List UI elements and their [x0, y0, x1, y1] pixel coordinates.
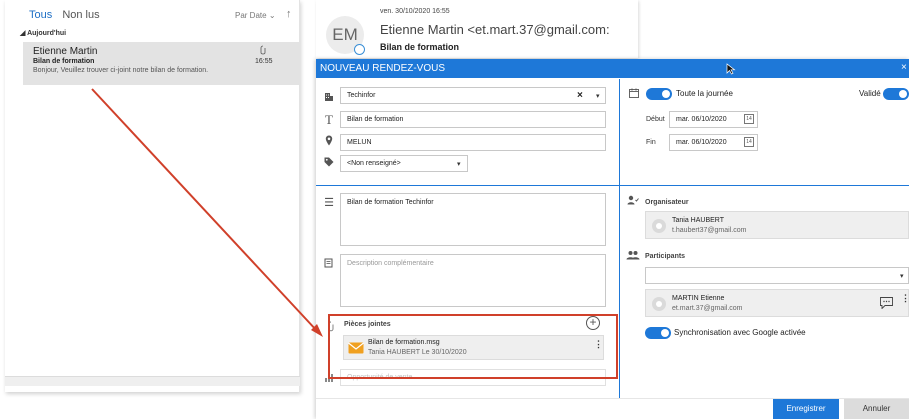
- save-button[interactable]: Enregistrer: [773, 399, 839, 419]
- participants-title: Participants: [645, 253, 686, 260]
- description-textarea[interactable]: Bilan de formation Techinfor: [340, 193, 606, 246]
- mail-time: 16:55: [255, 58, 273, 65]
- company-value: Techinfor: [347, 92, 376, 99]
- paperclip-icon: [260, 45, 266, 57]
- message-subject: Bilan de formation: [380, 42, 460, 52]
- participant-card[interactable]: MARTIN Etienne et.mart.37@gmail.com ⋮: [645, 289, 909, 317]
- chevron-down-icon[interactable]: ▾: [596, 92, 600, 100]
- validated-toggle[interactable]: [883, 88, 909, 100]
- mail-preview: Bonjour, Veuillez trouver ci-joint notre…: [33, 67, 209, 74]
- location-field[interactable]: MELUN: [340, 134, 606, 151]
- group-header[interactable]: ◢ Aujourd'hui: [20, 29, 66, 37]
- participants-icon: [626, 250, 640, 262]
- close-icon[interactable]: ×: [901, 62, 907, 73]
- tag-icon: [322, 157, 336, 170]
- column-divider: [619, 79, 620, 398]
- calendar-icon[interactable]: 14: [744, 114, 754, 124]
- description-value: Bilan de formation Techinfor: [347, 199, 434, 206]
- google-sync-toggle[interactable]: [645, 327, 671, 339]
- presence-status-icon: [354, 44, 365, 55]
- category-select[interactable]: <Non renseigné> ▾: [340, 155, 468, 172]
- organizer-title: Organisateur: [645, 199, 689, 206]
- annotation-highlight-box: [328, 314, 618, 379]
- google-sync-label: Synchronisation avec Google activée: [674, 328, 806, 337]
- message-from: Etienne Martin <et.mart.37@gmail.com:: [380, 22, 610, 37]
- end-date-field[interactable]: mar. 06/10/2020 14: [669, 134, 758, 151]
- location-icon: [322, 135, 336, 149]
- category-value: <Non renseigné>: [347, 160, 401, 167]
- new-appointment-dialog: NOUVEAU RENDEZ-VOUS × Techinfor × ▾ T Bi…: [316, 59, 909, 419]
- subject-value: Bilan de formation: [347, 116, 404, 123]
- dialog-title: NOUVEAU RENDEZ-VOUS: [320, 63, 446, 74]
- organizer-email: t.haubert37@gmail.com: [672, 227, 747, 234]
- mail-pane-scrollbar[interactable]: [5, 376, 300, 386]
- sort-label: Par Date: [235, 11, 267, 20]
- tab-unread[interactable]: Non lus: [62, 9, 99, 21]
- all-day-toggle[interactable]: [646, 88, 672, 100]
- participant-menu-icon[interactable]: ⋮: [901, 293, 909, 304]
- section-divider: [316, 185, 909, 186]
- building-icon: [322, 91, 336, 104]
- chevron-down-icon: ⌄: [268, 11, 276, 20]
- mail-list-pane: Tous Non lus Par Date ⌄ ↑ ◢ Aujourd'hui …: [5, 0, 300, 392]
- lines-icon: ☰: [324, 197, 334, 209]
- calendar-icon: [629, 88, 639, 100]
- organizer-card: Tania HAUBERT t.haubert37@gmail.com: [645, 211, 909, 239]
- calendar-icon[interactable]: 14: [744, 137, 754, 147]
- avatar: [652, 297, 666, 311]
- start-label: Début: [646, 116, 665, 123]
- mail-tabs: Tous Non lus: [29, 9, 107, 21]
- avatar: [652, 219, 666, 233]
- text-icon: T: [325, 112, 333, 127]
- cursor-icon: [726, 63, 736, 75]
- group-header-label: Aujourd'hui: [27, 30, 67, 37]
- validated-label: Validé: [859, 89, 881, 98]
- chat-icon[interactable]: [880, 297, 893, 311]
- company-field[interactable]: Techinfor × ▾: [340, 87, 606, 104]
- extra-description-textarea[interactable]: Description complémentaire: [340, 254, 606, 307]
- participant-name: MARTIN Etienne: [672, 295, 725, 302]
- sort-dropdown[interactable]: Par Date ⌄: [235, 11, 276, 20]
- reading-pane-header: EM ven. 30/10/2020 16:55 Etienne Martin …: [316, 0, 638, 58]
- mail-sender: Etienne Martin: [33, 46, 98, 57]
- extra-description-placeholder: Description complémentaire: [347, 260, 434, 267]
- all-day-label: Toute la journée: [676, 89, 733, 98]
- end-label: Fin: [646, 139, 656, 146]
- end-date-value: mar. 06/10/2020: [676, 139, 727, 146]
- sort-direction-icon[interactable]: ↑: [286, 8, 292, 20]
- start-date-field[interactable]: mar. 06/10/2020 14: [669, 111, 758, 128]
- organizer-icon: [627, 195, 639, 207]
- dialog-title-bar[interactable]: NOUVEAU RENDEZ-VOUS ×: [316, 59, 909, 78]
- subject-field[interactable]: Bilan de formation: [340, 111, 606, 128]
- chevron-down-icon[interactable]: ▾: [900, 272, 904, 280]
- tab-all[interactable]: Tous: [29, 9, 52, 21]
- message-date: ven. 30/10/2020 16:55: [380, 8, 450, 15]
- participant-email: et.mart.37@gmail.com: [672, 305, 743, 312]
- cancel-button[interactable]: Annuler: [844, 399, 909, 419]
- description-icon: [322, 258, 336, 271]
- location-value: MELUN: [347, 139, 372, 146]
- clear-icon[interactable]: ×: [577, 90, 583, 101]
- organizer-name: Tania HAUBERT: [672, 217, 725, 224]
- participant-input[interactable]: ▾: [645, 267, 909, 284]
- mail-subject: Bilan de formation: [33, 58, 95, 65]
- chevron-down-icon: ▾: [457, 161, 461, 168]
- mail-list-item[interactable]: Etienne Martin Bilan de formation Bonjou…: [23, 42, 300, 85]
- start-date-value: mar. 06/10/2020: [676, 116, 727, 123]
